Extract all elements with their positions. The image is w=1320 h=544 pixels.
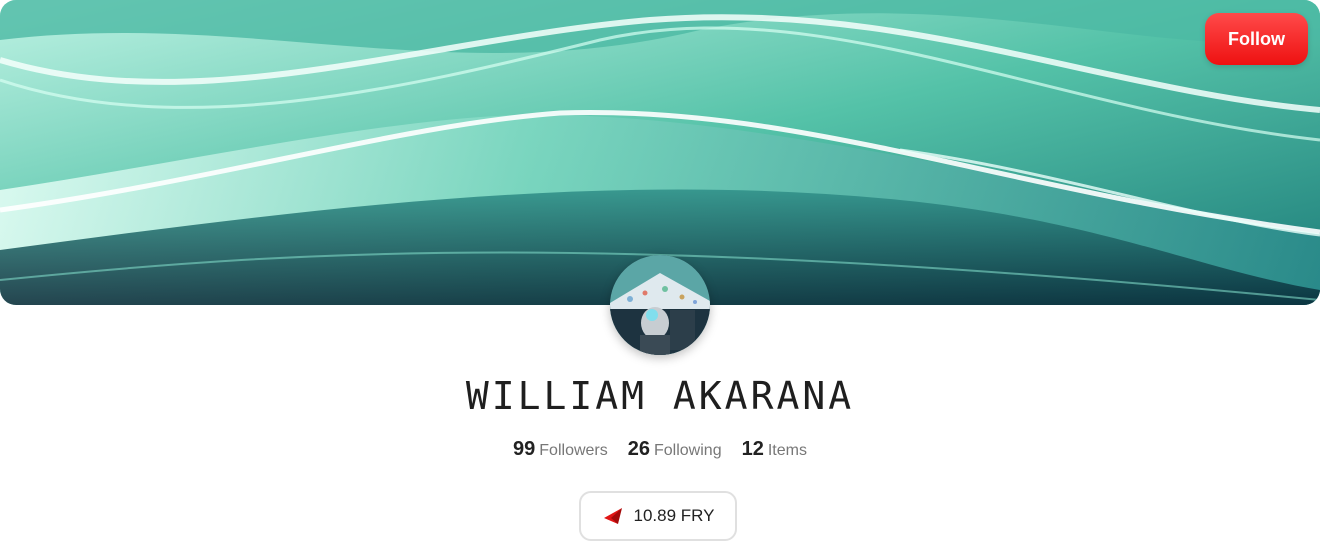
balance-amount: 10.89 FRY xyxy=(633,506,715,525)
avatar[interactable] xyxy=(610,255,710,355)
items-count: 12 xyxy=(741,438,764,460)
following-count: 26 xyxy=(627,438,650,460)
balance-badge[interactable]: 10.89 FRY xyxy=(579,491,737,541)
items-label: Items xyxy=(767,442,807,459)
profile-page: Follow WILLIAM AKARANA 99 Followers 26 F… xyxy=(0,0,1320,544)
following-label: Following xyxy=(654,442,722,459)
profile-stats: 99 Followers 26 Following 12 Items xyxy=(0,438,1320,461)
followers-label: Followers xyxy=(539,442,608,459)
follow-button[interactable]: Follow xyxy=(1205,13,1308,65)
stat-following[interactable]: 26 Following xyxy=(628,438,722,461)
stat-followers[interactable]: 99 Followers xyxy=(513,438,608,461)
stat-items[interactable]: 12 Items xyxy=(742,438,807,461)
avatar-image xyxy=(610,255,710,355)
followers-count: 99 xyxy=(513,438,536,460)
profile-name: WILLIAM AKARANA xyxy=(465,374,855,418)
red-token-icon xyxy=(603,508,622,524)
